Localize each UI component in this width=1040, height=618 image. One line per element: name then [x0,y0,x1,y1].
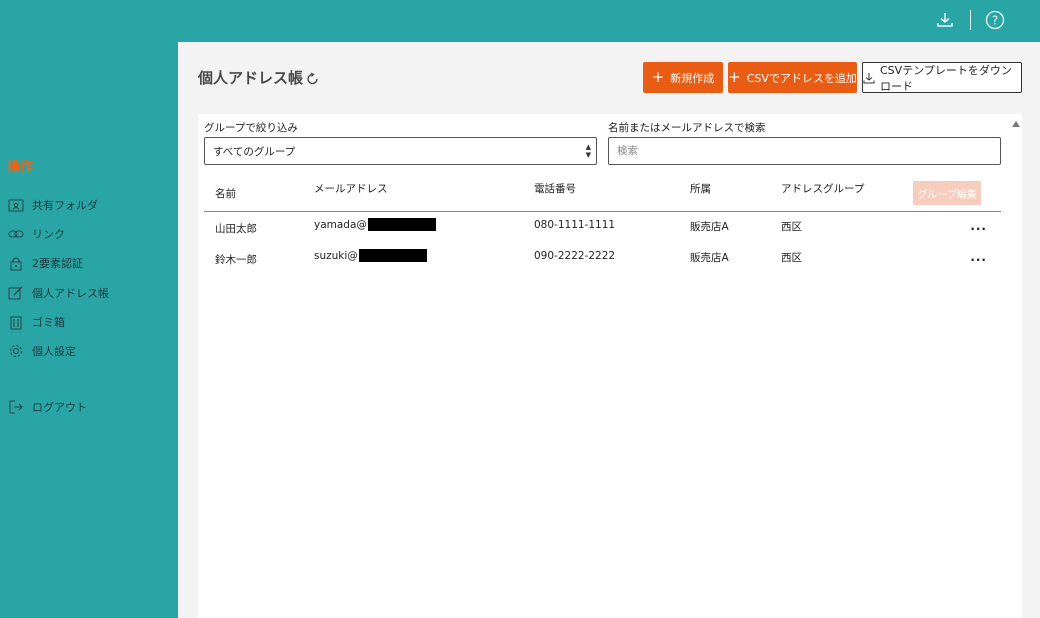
svg-text:?: ? [992,14,998,28]
sidebar-item-shared-folder[interactable]: 共有フォルダ [8,195,173,215]
column-header-email[interactable]: メールアドレス [314,181,388,196]
csv-template-download-button[interactable]: CSVテンプレートをダウンロード [862,62,1022,93]
sidebar-item-label: 個人設定 [32,345,76,358]
download-icon [863,72,875,84]
sidebar-item-label: 個人アドレス帳 [32,287,109,300]
address-list-card: グループで絞り込み すべてのグループ ▲▼ 名前またはメールアドレスで検索 名前… [198,114,1022,618]
new-button[interactable]: + 新規作成 [643,62,723,93]
sidebar-item-label: 共有フォルダ [32,199,98,212]
email-text: yamada@ [314,218,367,231]
sidebar-item-2fa[interactable]: 2要素認証 [8,253,173,273]
sidebar: 操作 共有フォルダ リンク 2要素認証 個人アドレス帳 ゴミ箱 個人設定 ログア… [0,42,178,618]
shared-folder-icon [8,197,24,213]
link-icon [8,226,24,242]
table-row[interactable]: 鈴木一郎 suzuki@ 090-2222-2222 販売店A 西区 ... [204,246,1001,276]
cell-email: yamada@ [314,218,436,231]
top-divider [970,10,971,30]
row-menu-button[interactable]: ... [970,250,987,264]
sidebar-item-settings[interactable]: 個人設定 [8,341,173,361]
new-button-label: 新規作成 [670,71,715,85]
select-arrows-icon: ▲ ▼ [585,143,591,159]
redacted-block [358,249,427,262]
plus-icon: + [651,68,665,86]
cell-group: 西区 [781,221,802,233]
cell-affiliation: 販売店A [690,252,729,264]
email-text: suzuki@ [314,249,358,262]
sidebar-heading: 操作 [7,160,34,175]
sidebar-item-address-book[interactable]: 個人アドレス帳 [8,283,173,303]
table-row[interactable]: 山田太郎 yamada@ 080-1111-1111 販売店A 西区 ... [204,215,1001,245]
plus-icon: + [728,68,741,86]
search-input[interactable] [608,137,1001,165]
scroll-up-icon[interactable] [1012,121,1020,127]
table-header-divider [204,211,1001,212]
page-title-text: 個人アドレス帳 [198,69,304,87]
page-title: 個人アドレス帳 [198,67,320,88]
csv-add-button[interactable]: + CSVでアドレスを追加 [728,62,857,93]
top-bar: ? [0,0,1040,42]
sidebar-item-label: リンク [32,228,65,241]
search-label: 名前またはメールアドレスで検索 [608,122,766,134]
group-filter-value: すべてのグループ [213,146,296,158]
sidebar-item-trash[interactable]: ゴミ箱 [8,312,173,332]
row-menu-button[interactable]: ... [970,219,987,233]
csv-template-button-label: CSVテンプレートをダウンロード [880,63,1012,93]
trash-icon [8,314,24,330]
column-header-affiliation[interactable]: 所属 [690,181,711,196]
sidebar-item-label: ゴミ箱 [32,316,65,329]
column-header-phone[interactable]: 電話番号 [534,181,576,196]
sidebar-item-label: 2要素認証 [32,257,83,270]
csv-add-button-label: CSVでアドレスを追加 [746,71,857,85]
lock-icon [8,255,24,271]
group-filter-label: グループで絞り込み [204,122,298,134]
group-filter-select[interactable]: すべてのグループ ▲ ▼ [204,137,597,165]
group-edit-button: グループ編集 [913,181,981,205]
edit-icon [8,285,24,301]
redacted-block [367,218,436,231]
sidebar-item-label: ログアウト [32,401,87,414]
cell-name: 鈴木一郎 [215,254,257,266]
gear-icon [8,343,24,359]
cell-name: 山田太郎 [215,223,257,235]
cell-group: 西区 [781,252,802,264]
cell-email: suzuki@ [314,249,427,262]
cell-phone: 090-2222-2222 [534,250,616,262]
cell-phone: 080-1111-1111 [534,219,616,231]
logout-icon [8,399,24,415]
cell-affiliation: 販売店A [690,221,729,233]
download-icon[interactable] [934,9,956,31]
column-header-address-group[interactable]: アドレスグループ [781,181,864,196]
help-icon[interactable]: ? [984,9,1006,31]
sidebar-item-link[interactable]: リンク [8,224,173,244]
refresh-icon[interactable] [306,72,320,86]
column-header-name[interactable]: 名前 [215,186,236,201]
main-panel: 個人アドレス帳 + 新規作成 + CSVでアドレスを追加 CSVテンプレートをダ… [178,42,1040,618]
sidebar-item-logout[interactable]: ログアウト [8,397,173,417]
